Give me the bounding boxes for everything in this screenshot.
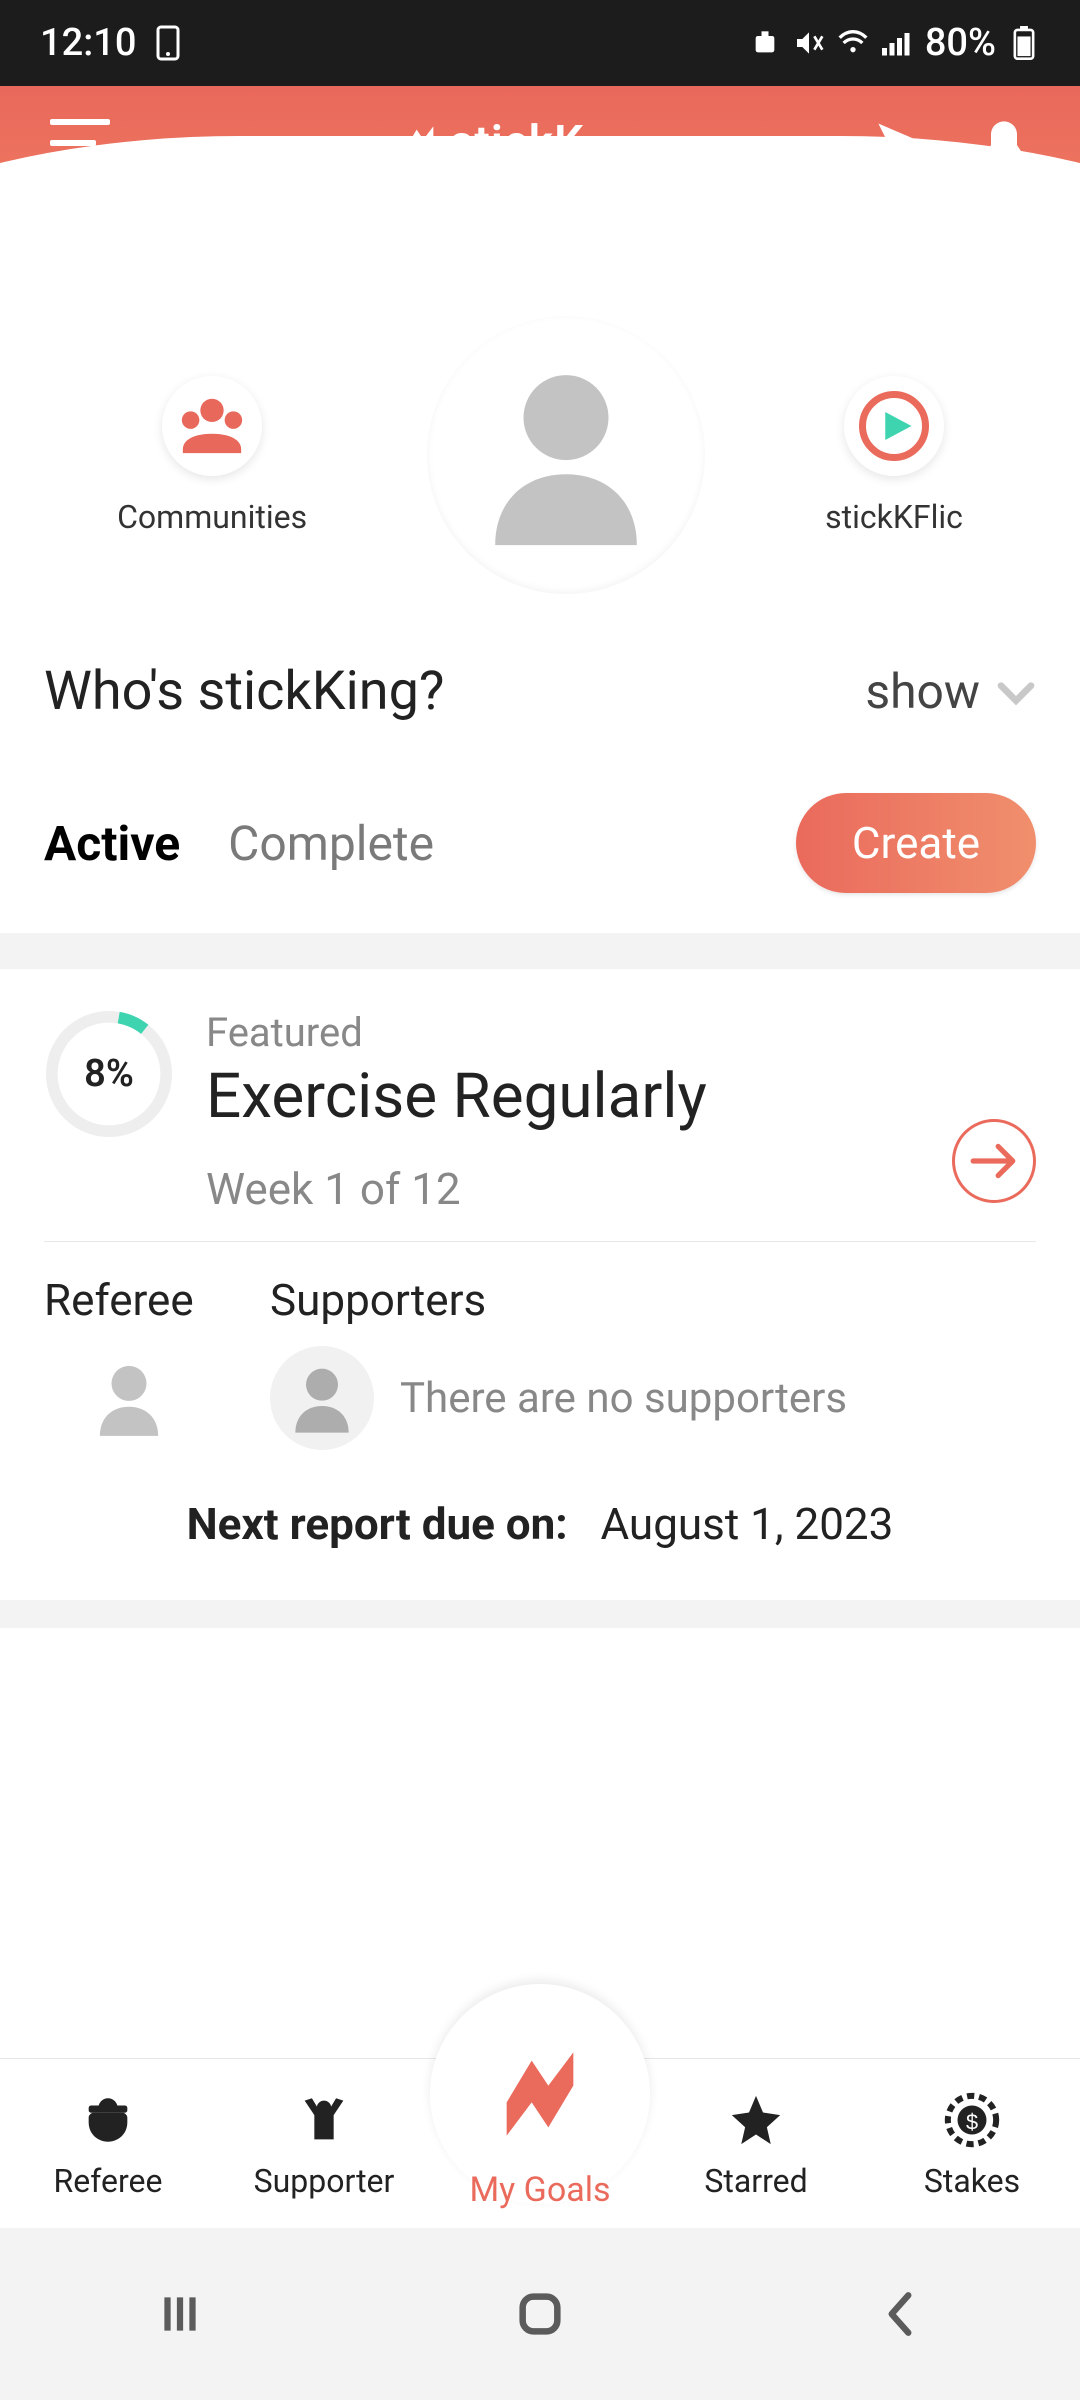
nav-referee[interactable]: Referee: [18, 2088, 198, 2200]
svg-text:$: $: [966, 2109, 978, 2134]
nav-stakes-label: Stakes: [924, 2162, 1020, 2200]
referee-avatar[interactable]: [77, 1346, 181, 1450]
goal-arrow-button[interactable]: [952, 1119, 1036, 1203]
mute-icon: [793, 27, 825, 59]
brand-logo: stickK: [400, 116, 584, 170]
nav-supporter-label: Supporter: [254, 2162, 395, 2200]
menu-button[interactable]: [50, 119, 110, 167]
divider: [0, 933, 1080, 969]
battery-saver-icon: [749, 27, 781, 59]
show-label: show: [865, 663, 980, 720]
goal-card[interactable]: 8% Featured Exercise Regularly Week 1 of…: [44, 969, 1036, 1242]
show-toggle[interactable]: show: [865, 663, 1036, 720]
next-report-due: Next report due on: August 1, 2023: [44, 1460, 1036, 1600]
signal-icon: [881, 27, 913, 59]
nav-mygoals-label: My Goals: [469, 2170, 610, 2210]
nav-starred[interactable]: Starred: [666, 2088, 846, 2200]
stickkflic-button[interactable]: stickKFlic: [825, 376, 963, 536]
stickkflic-label: stickKFlic: [825, 498, 963, 536]
create-label: Create: [852, 817, 980, 869]
brand-icon: [400, 123, 440, 163]
due-label: Next report due on:: [187, 1498, 568, 1550]
phone-icon: [152, 27, 184, 59]
nav-referee-label: Referee: [54, 2162, 163, 2200]
tab-complete[interactable]: Complete: [228, 815, 434, 872]
tab-active[interactable]: Active: [44, 815, 180, 872]
status-bar: 12:10 80%: [0, 0, 1080, 86]
bell-icon[interactable]: [978, 117, 1030, 169]
supporter-avatar[interactable]: [270, 1346, 374, 1450]
play-icon: [859, 391, 929, 461]
chevron-down-icon: [996, 663, 1036, 720]
create-button[interactable]: Create: [796, 793, 1036, 893]
profile-avatar[interactable]: [427, 316, 705, 594]
battery-icon: [1008, 27, 1040, 59]
referee-heading: Referee: [44, 1274, 194, 1326]
no-supporters-text: There are no supporters: [400, 1374, 847, 1423]
communities-button[interactable]: Communities: [117, 376, 307, 536]
nav-starred-label: Starred: [704, 2162, 807, 2200]
nav-supporter[interactable]: Supporter: [234, 2088, 414, 2200]
home-button[interactable]: [480, 2284, 600, 2344]
star-icon: [724, 2088, 788, 2152]
system-nav-bar: [0, 2228, 1080, 2400]
progress-ring: 8%: [44, 1009, 174, 1139]
supporter-icon: [292, 2088, 356, 2152]
goal-week: Week 1 of 12: [206, 1163, 1036, 1215]
avatar-placeholder-icon: [481, 358, 651, 552]
goal-title: Exercise Regularly: [206, 1060, 1036, 1133]
recents-button[interactable]: [120, 2284, 240, 2344]
due-date: August 1, 2023: [600, 1498, 893, 1550]
featured-badge: Featured: [206, 1009, 1036, 1056]
progress-value: 8%: [44, 1009, 174, 1139]
divider: [0, 1600, 1080, 1628]
back-button[interactable]: [840, 2284, 960, 2344]
brand-text: stickK: [450, 116, 584, 170]
communities-label: Communities: [117, 498, 307, 536]
community-icon: [177, 394, 247, 458]
app-header: stickK Communities: [0, 86, 1080, 346]
supporters-heading: Supporters: [270, 1274, 1036, 1326]
nav-stakes[interactable]: $ Stakes: [882, 2088, 1062, 2200]
status-battery: 80%: [925, 21, 996, 65]
page-title: Who's stickKing?: [44, 660, 444, 723]
send-icon[interactable]: [874, 117, 926, 169]
stakes-icon: $: [940, 2088, 1004, 2152]
status-time: 12:10: [40, 21, 136, 65]
wifi-icon: [837, 27, 869, 59]
referee-icon: [76, 2088, 140, 2152]
